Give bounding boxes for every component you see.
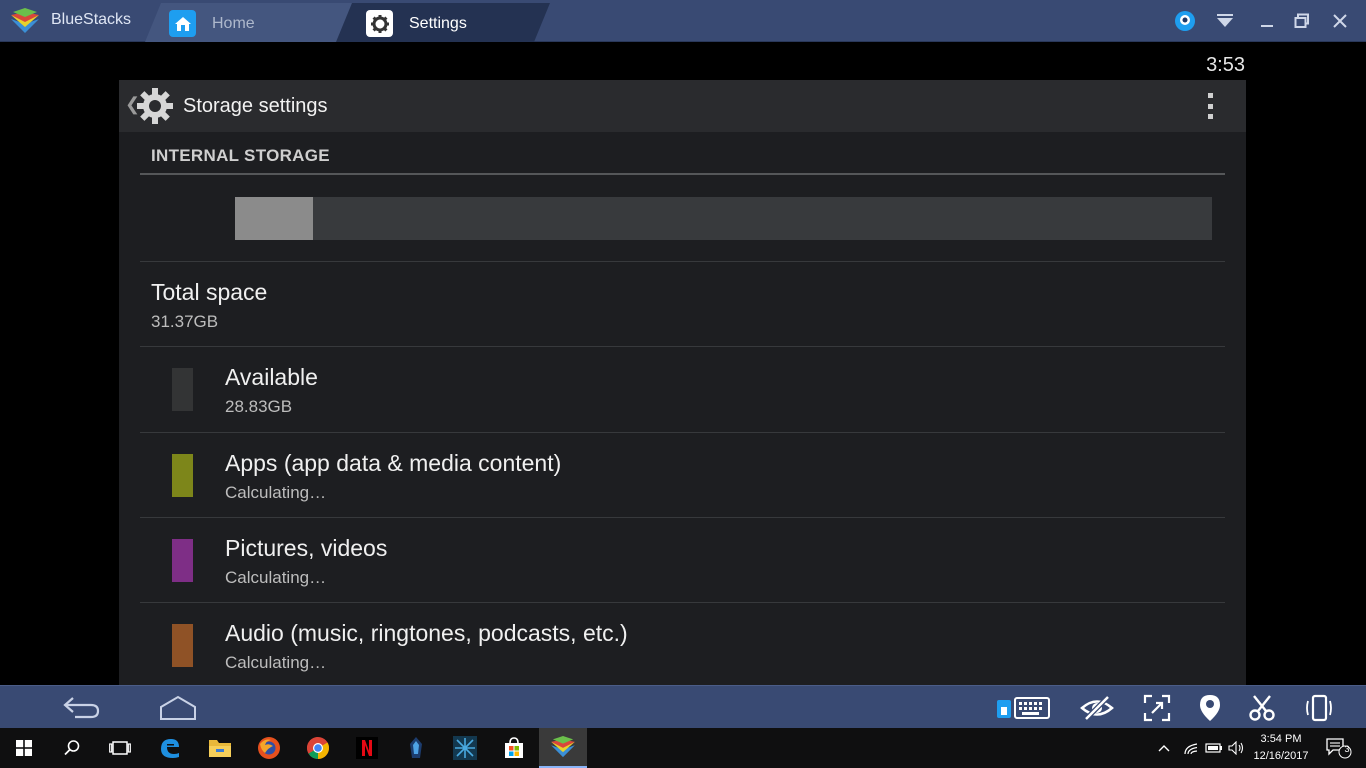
dropdown-icon[interactable] bbox=[1213, 9, 1237, 33]
audio-value: Calculating… bbox=[225, 653, 327, 672]
file-explorer-icon[interactable] bbox=[196, 728, 244, 768]
volume-icon[interactable] bbox=[1226, 728, 1248, 768]
wifi-icon[interactable] bbox=[1180, 728, 1202, 768]
pictures-color-swatch bbox=[172, 539, 193, 582]
firefox-icon[interactable] bbox=[245, 728, 293, 768]
scissors-icon[interactable] bbox=[1246, 692, 1278, 724]
total-space-value: 31.37GB bbox=[151, 312, 219, 331]
available-color-swatch bbox=[172, 368, 193, 411]
apps-label: Apps (app data & media content) bbox=[225, 450, 562, 476]
tab-settings-label: Settings bbox=[409, 15, 467, 32]
storage-usage-fill bbox=[235, 197, 314, 240]
total-space-label: Total space bbox=[151, 279, 268, 305]
battery-icon[interactable] bbox=[1203, 728, 1225, 768]
action-bar: ❮ Storage settings bbox=[119, 80, 1246, 132]
windows-taskbar: 3:54 PM 12/16/2017 3 bbox=[0, 728, 1366, 768]
audio-color-swatch bbox=[172, 624, 193, 667]
gear-icon[interactable] bbox=[136, 87, 174, 125]
edge-icon[interactable] bbox=[146, 728, 194, 768]
app-icon[interactable] bbox=[392, 728, 440, 768]
tab-home[interactable]: Home bbox=[145, 3, 360, 42]
system-date: 12/16/2017 bbox=[1253, 750, 1309, 762]
tab-settings[interactable]: Settings bbox=[336, 3, 550, 42]
task-view-icon[interactable] bbox=[96, 728, 144, 768]
account-icon[interactable] bbox=[1173, 9, 1197, 33]
bluestacks-icon[interactable] bbox=[539, 728, 587, 768]
close-icon[interactable] bbox=[1328, 9, 1352, 33]
app-icon-2[interactable] bbox=[441, 728, 489, 768]
rotate-device-icon[interactable] bbox=[1302, 692, 1336, 724]
divider bbox=[140, 432, 1225, 433]
bluestacks-logo-icon bbox=[11, 8, 39, 33]
system-clock[interactable]: 3:54 PM 12/16/2017 bbox=[1248, 731, 1314, 765]
system-time: 3:54 PM bbox=[1260, 733, 1302, 745]
action-center-icon[interactable]: 3 bbox=[1318, 728, 1358, 768]
pictures-value: Calculating… bbox=[225, 568, 327, 587]
tab-home-label: Home bbox=[212, 15, 255, 32]
search-icon[interactable] bbox=[48, 728, 96, 768]
bluestacks-titlebar: BlueStacks Home Settings bbox=[0, 0, 1366, 42]
keyboard-icon[interactable] bbox=[994, 692, 1052, 724]
fullscreen-icon[interactable] bbox=[1140, 692, 1174, 724]
divider bbox=[140, 602, 1225, 603]
storage-usage-bar bbox=[235, 197, 1212, 240]
overflow-menu-icon[interactable] bbox=[1206, 93, 1214, 119]
restore-icon[interactable] bbox=[1290, 9, 1314, 33]
audio-label: Audio (music, ringtones, podcasts, etc.) bbox=[225, 620, 628, 646]
chrome-icon[interactable] bbox=[294, 728, 342, 768]
page-title: Storage settings bbox=[183, 95, 328, 117]
available-value: 28.83GB bbox=[225, 397, 293, 416]
divider bbox=[140, 346, 1225, 347]
windows-start-icon[interactable] bbox=[0, 728, 48, 768]
section-divider bbox=[140, 173, 1225, 175]
gear-icon bbox=[366, 10, 393, 37]
back-arrow-icon[interactable] bbox=[58, 692, 104, 724]
apps-value: Calculating… bbox=[225, 483, 327, 502]
store-icon[interactable] bbox=[490, 728, 538, 768]
divider bbox=[140, 261, 1225, 262]
status-clock: 3:53 bbox=[1206, 54, 1245, 76]
notification-count: 3 bbox=[1344, 744, 1350, 754]
netflix-icon[interactable] bbox=[343, 728, 391, 768]
show-hidden-icons-icon[interactable] bbox=[1154, 728, 1174, 768]
storage-settings-screen: ❮ Storage settings INTERNAL STORAGE Tota… bbox=[119, 80, 1246, 685]
minimize-icon[interactable] bbox=[1255, 9, 1279, 33]
home-icon bbox=[169, 10, 196, 37]
divider bbox=[140, 517, 1225, 518]
section-header: INTERNAL STORAGE bbox=[151, 146, 330, 165]
hide-icon[interactable] bbox=[1078, 692, 1116, 724]
available-label: Available bbox=[225, 364, 318, 390]
app-name: BlueStacks bbox=[51, 11, 132, 28]
pictures-label: Pictures, videos bbox=[225, 535, 388, 561]
bluestacks-toolbar bbox=[0, 685, 1366, 728]
home-outline-icon[interactable] bbox=[155, 692, 201, 724]
android-screen: 3:53 ❮ Storage settings INTERNAL STORAGE… bbox=[7, 42, 1359, 685]
location-icon[interactable] bbox=[1196, 692, 1224, 724]
apps-color-swatch bbox=[172, 454, 193, 497]
